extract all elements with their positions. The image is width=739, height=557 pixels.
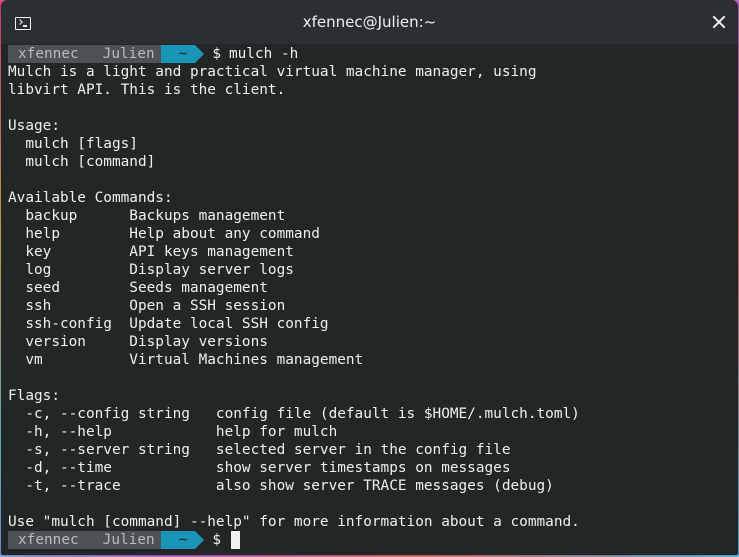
output-line: version Display versions — [8, 334, 268, 350]
output-line: Flags: — [8, 388, 60, 404]
command-output: Mulch is a light and practical virtual m… — [8, 63, 738, 531]
output-line: key API keys management — [8, 244, 294, 260]
window-title: xfennec@Julien:~ — [302, 13, 437, 31]
output-line: -s, --server string selected server in t… — [8, 442, 511, 458]
output-line: -t, --trace also show server TRACE messa… — [8, 478, 554, 494]
title-bar[interactable]: xfennec@Julien:~ — [1, 0, 738, 44]
output-line: ssh-config Update local SSH config — [8, 316, 329, 332]
output-line: -h, --help help for mulch — [8, 424, 338, 440]
output-line: Mulch is a light and practical virtual m… — [8, 64, 537, 80]
output-line: mulch [flags] — [8, 136, 138, 152]
prompt-line: xfennec Julien ~ $ mulch -h — [8, 45, 738, 63]
output-line: ssh Open a SSH session — [8, 298, 286, 314]
output-line: log Display server logs — [8, 262, 294, 278]
output-line: mulch [command] — [8, 154, 156, 170]
output-line: help Help about any command — [8, 226, 320, 242]
output-line: backup Backups management — [8, 208, 286, 224]
prompt-host: Julien — [84, 531, 161, 549]
terminal-content[interactable]: xfennec Julien ~ $ mulch -h Mulch is a light… — [8, 45, 738, 555]
output-line: Usage: — [8, 118, 60, 134]
prompt-user: xfennec — [8, 45, 85, 63]
output-line: -d, --time show server timestamps on mes… — [8, 460, 511, 476]
prompt-symbol: $ — [212, 46, 221, 62]
output-line: seed Seeds management — [8, 280, 268, 296]
prompt-dir: ~ — [160, 531, 196, 549]
command-text: mulch -h — [228, 46, 299, 62]
output-line: vm Virtual Machines management — [8, 352, 364, 368]
output-line: Available Commands: — [8, 190, 173, 206]
prompt-line-current: xfennec Julien ~ $ — [8, 531, 738, 549]
terminal-window: xfennec@Julien:~ xfennec Julien ~ $ mulch -h… — [1, 0, 738, 555]
prompt-arrow-icon — [195, 531, 205, 549]
prompt-arrow-icon — [195, 45, 205, 63]
output-line: -c, --config string config file (default… — [8, 406, 580, 422]
text-cursor[interactable] — [230, 531, 240, 549]
prompt-host: Julien — [84, 45, 161, 63]
prompt-dir: ~ — [160, 45, 196, 63]
close-icon[interactable] — [712, 15, 726, 29]
prompt-user: xfennec — [8, 531, 85, 549]
prompt-symbol: $ — [212, 532, 221, 548]
output-line: Use "mulch [command] --help" for more in… — [8, 514, 580, 530]
output-line: libvirt API. This is the client. — [8, 82, 286, 98]
